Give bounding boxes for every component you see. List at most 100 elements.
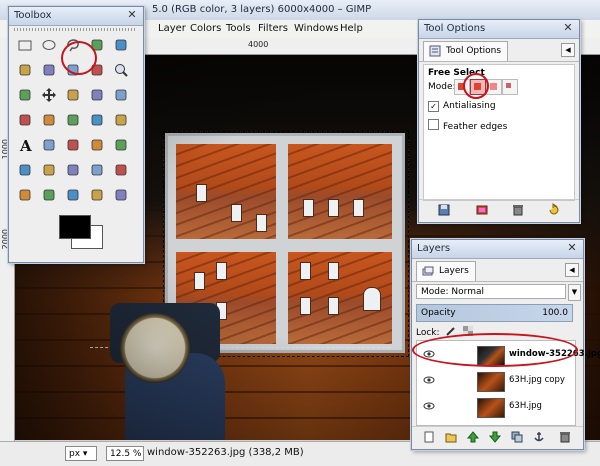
menu-help[interactable]: Help: [340, 23, 363, 34]
tab-row: Layers ◀: [412, 259, 583, 282]
layers-title: Layers: [417, 243, 451, 254]
tool-options-titlebar[interactable]: Tool Options ✕: [419, 20, 579, 39]
align-tool-icon[interactable]: [63, 85, 83, 105]
paths-tool-icon[interactable]: [111, 185, 131, 205]
perspective-tool-icon[interactable]: [63, 110, 83, 130]
heal-tool-icon[interactable]: [111, 160, 131, 180]
blend-tool-icon[interactable]: [63, 135, 83, 155]
tab-menu-icon[interactable]: ◀: [561, 43, 575, 57]
pencil-tool-icon[interactable]: [87, 135, 107, 155]
close-icon[interactable]: ✕: [561, 21, 575, 35]
rect-select-tool-icon[interactable]: [15, 35, 35, 55]
delete-layer-icon[interactable]: [558, 430, 572, 444]
tool-options-footer: [419, 199, 579, 222]
paint-tool-extra-tool-icon[interactable]: [111, 35, 131, 55]
layer-thumbnail: [477, 398, 505, 418]
flip-tool-icon[interactable]: [87, 110, 107, 130]
restore-options-icon[interactable]: [475, 203, 489, 217]
highlight-circle: [463, 73, 489, 99]
blur-tool-icon[interactable]: [39, 185, 59, 205]
menu-colors[interactable]: Colors: [190, 23, 221, 34]
layer-item[interactable]: 63H.jpg copy: [417, 369, 575, 393]
toolbox-title: Toolbox: [14, 10, 52, 21]
bucket-fill-tool-icon[interactable]: [39, 135, 59, 155]
smudge-tool-icon[interactable]: [63, 185, 83, 205]
close-icon[interactable]: ✕: [125, 8, 139, 22]
layer-mode-select[interactable]: Mode: Normal: [416, 284, 566, 299]
opacity-label: Opacity: [421, 308, 456, 318]
new-layer-icon[interactable]: [422, 430, 436, 444]
measure-tool-icon[interactable]: [15, 85, 35, 105]
zoom-select[interactable]: 12.5 %: [106, 446, 144, 461]
layers-icon: [422, 266, 434, 276]
opacity-value: 100.0: [542, 308, 568, 318]
save-options-icon[interactable]: [437, 203, 451, 217]
menu-filters[interactable]: Filters: [258, 23, 288, 34]
antialiasing-option[interactable]: ✓ Antialiasing: [428, 101, 496, 112]
tab-tool-options[interactable]: Tool Options: [423, 41, 509, 61]
opacity-slider[interactable]: Opacity 100.0: [416, 304, 573, 322]
select-by-color-tool-icon[interactable]: [15, 60, 35, 80]
visibility-eye-icon[interactable]: [423, 401, 435, 411]
feather-option[interactable]: Feather edges: [428, 119, 507, 132]
foreground-color-swatch[interactable]: [59, 215, 91, 239]
tab-menu-icon[interactable]: ◀: [565, 263, 579, 277]
fg-bg-colors[interactable]: [59, 215, 105, 255]
layer-name[interactable]: 63H.jpg: [509, 401, 542, 411]
cage-transform-tool-icon[interactable]: [111, 110, 131, 130]
menu-layer[interactable]: Layer: [158, 23, 186, 34]
tool-options-title: Tool Options: [424, 23, 486, 34]
clone-tool-icon[interactable]: [87, 160, 107, 180]
paintbrush-tool-icon[interactable]: [111, 135, 131, 155]
eraser-tool-icon[interactable]: [15, 160, 35, 180]
highlight-circle: [61, 41, 97, 75]
drag-handle[interactable]: [14, 28, 136, 31]
layer-thumbnail: [477, 372, 505, 392]
delete-options-icon[interactable]: [511, 203, 525, 217]
window-title: 5.0 (RGB color, 3 layers) 6000x4000 – GI…: [152, 4, 372, 15]
highlight-ellipse: [412, 333, 578, 367]
duplicate-layer-icon[interactable]: [510, 430, 524, 444]
shear-tool-icon[interactable]: [39, 110, 59, 130]
scissors-select-tool-icon[interactable]: [39, 60, 59, 80]
mode-intersect-button[interactable]: [502, 79, 518, 95]
mode-label: Mode:: [428, 82, 456, 92]
menu-windows[interactable]: Windows: [294, 23, 339, 34]
antialiasing-checkbox[interactable]: ✓: [428, 101, 439, 112]
zoom-tool-icon[interactable]: [111, 60, 131, 80]
ruler-label: 4000: [248, 40, 269, 49]
toolbox-titlebar[interactable]: Toolbox ✕: [9, 7, 143, 26]
layers-footer: [412, 426, 583, 449]
raise-layer-icon[interactable]: [466, 430, 480, 444]
perspective-clone-tool-icon[interactable]: [15, 185, 35, 205]
menu-tools[interactable]: Tools: [226, 23, 251, 34]
tab-layers[interactable]: Layers: [416, 261, 476, 281]
rotate-tool-icon[interactable]: [111, 85, 131, 105]
airbrush-tool-icon[interactable]: [39, 160, 59, 180]
tool-options-body: Free Select Mode: ✓ Antialiasing Feather …: [423, 64, 575, 201]
unit-select[interactable]: px ▾: [65, 446, 97, 461]
chevron-down-icon[interactable]: ▼: [568, 284, 581, 301]
close-icon[interactable]: ✕: [565, 241, 579, 255]
ellipse-select-tool-icon[interactable]: [39, 35, 59, 55]
new-group-icon[interactable]: [444, 430, 458, 444]
move-tool-icon[interactable]: [39, 85, 59, 105]
status-text: window-352263.jpg (338,2 MB): [147, 447, 304, 458]
dodge-burn-tool-icon[interactable]: [87, 185, 107, 205]
lock-label: Lock:: [416, 328, 440, 338]
toolbox-panel: Toolbox ✕ A: [8, 6, 144, 263]
reset-options-icon[interactable]: [547, 203, 561, 217]
scale-tool-icon[interactable]: [15, 110, 35, 130]
tab-row: Tool Options ◀: [419, 39, 579, 62]
feather-checkbox[interactable]: [428, 119, 439, 130]
visibility-eye-icon[interactable]: [423, 375, 435, 385]
text-tool-icon[interactable]: A: [15, 135, 35, 155]
ink-tool-icon[interactable]: [63, 160, 83, 180]
layers-titlebar[interactable]: Layers ✕: [412, 240, 583, 259]
svg-text:A: A: [19, 137, 32, 153]
anchor-layer-icon[interactable]: [532, 430, 546, 444]
layer-name[interactable]: 63H.jpg copy: [509, 375, 565, 385]
layer-item[interactable]: 63H.jpg: [417, 395, 575, 419]
crop-tool-icon[interactable]: [87, 85, 107, 105]
lower-layer-icon[interactable]: [488, 430, 502, 444]
